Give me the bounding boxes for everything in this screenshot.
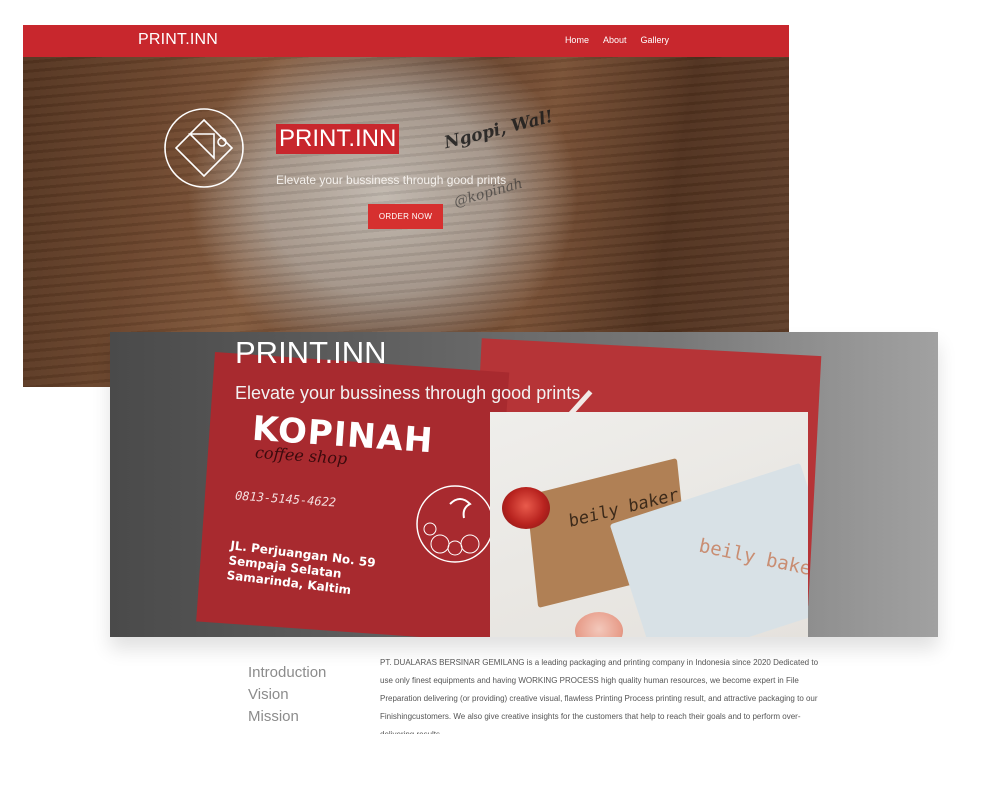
tab-vision[interactable]: Vision [248,684,326,706]
brand-logo-text[interactable]: PRINT.INN [138,31,218,49]
tab-mission[interactable]: Mission [248,706,326,728]
diamond-logo-icon [164,108,244,188]
order-now-button[interactable]: ORDER NOW [368,204,443,229]
about-tabs: Introduction Vision Mission [248,662,326,728]
top-navbar: PRINT.INN Home About Gallery [23,25,789,57]
packaging-photo: beily baker beily baker [490,412,808,637]
pink-paper-rose [575,612,623,637]
nav-gallery[interactable]: Gallery [640,35,669,45]
gallery-screenshot: KOPINAH coffee shop 0813-5145-4622 JL. P… [110,332,938,637]
about-paragraph: PT. DUALARAS BERSINAR GEMILANG is a lead… [380,658,819,734]
main-nav: Home About Gallery [565,35,669,45]
hero-title: PRINT.INN [276,124,400,154]
kopinah-circle-logo-icon [416,485,494,563]
tab-introduction[interactable]: Introduction [248,662,326,684]
gallery-subtitle: Elevate your bussiness through good prin… [235,383,581,403]
gallery-title: PRINT.INN [235,335,387,370]
nav-home[interactable]: Home [565,35,589,45]
hero-subtitle: Elevate your bussiness through good prin… [276,173,507,187]
box-label-blue: beily baker [696,534,808,583]
red-paper-rose [502,487,550,529]
nav-about[interactable]: About [603,35,627,45]
